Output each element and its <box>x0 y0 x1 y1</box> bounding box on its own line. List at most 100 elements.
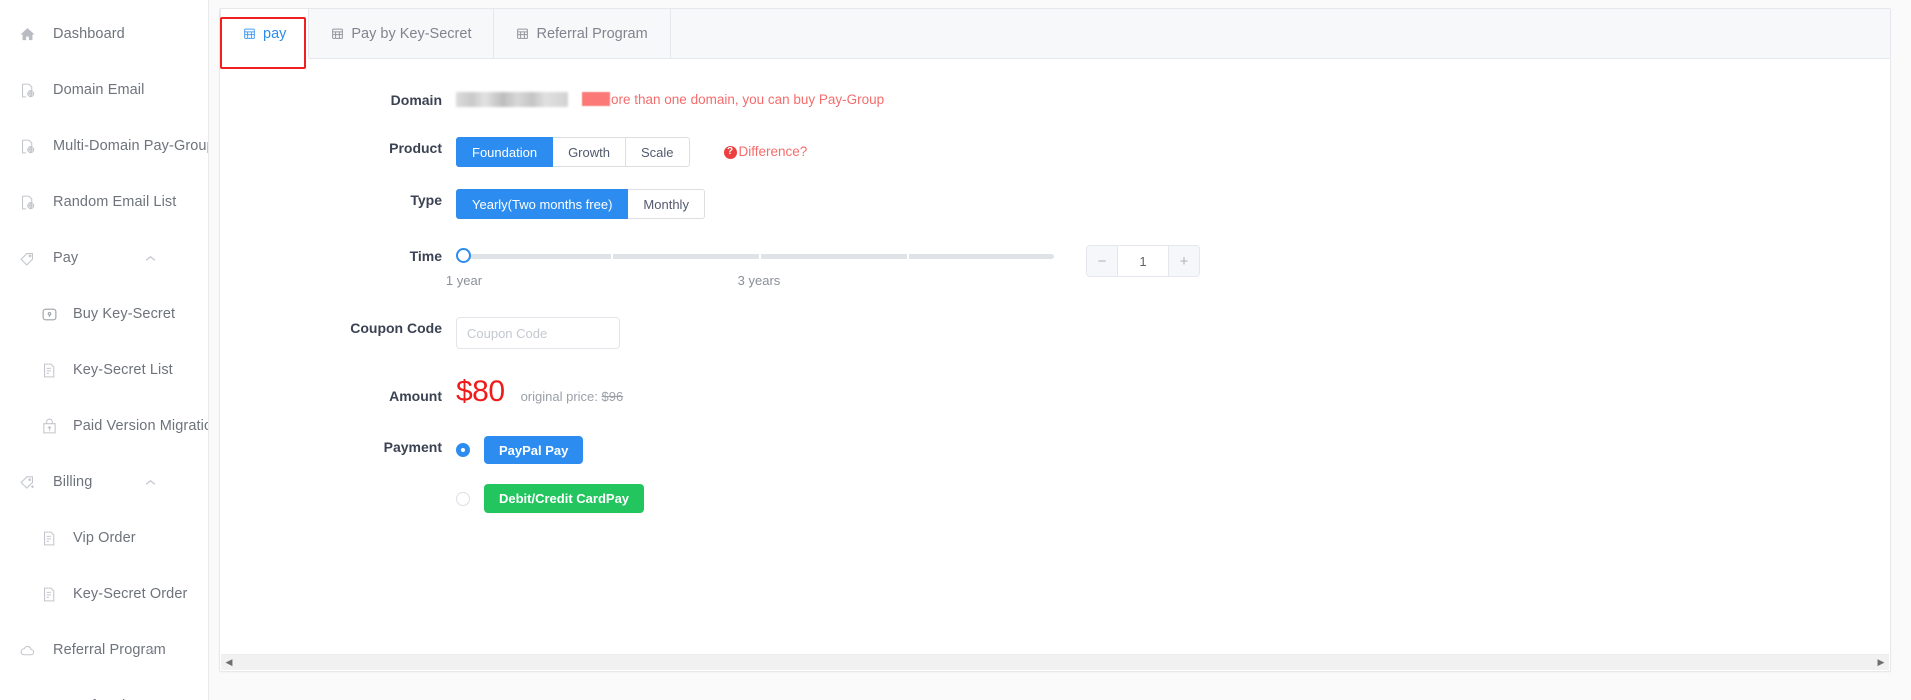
upload-bag-icon <box>40 417 59 436</box>
form-row-time: Time 1 year 3 years − 1 + <box>220 245 1890 297</box>
sidebar: Dashboard Domain Email Multi-Domain Pay-… <box>0 0 209 700</box>
stepper-value[interactable]: 1 <box>1118 246 1168 276</box>
main-content: pay Pay by Key-Secret Referral Program D… <box>209 0 1911 700</box>
domain-hint-label: ore than one domain, you can buy Pay-Gro… <box>611 92 885 107</box>
sidebar-item-key-secret-order[interactable]: Key-Secret Order <box>0 566 208 622</box>
tab-referral-program[interactable]: Referral Program <box>494 9 671 58</box>
domain-globe-icon <box>18 137 37 156</box>
sidebar-item-referral-program[interactable]: Referral Program <box>0 678 208 700</box>
key-card-icon <box>40 305 59 324</box>
sidebar-item-paid-version-migration[interactable]: Paid Version Migration <box>0 398 208 454</box>
sidebar-item-domain-email[interactable]: Domain Email <box>0 62 208 118</box>
difference-link-label: Difference? <box>738 144 808 159</box>
sidebar-item-vip-order[interactable]: Vip Order <box>0 510 208 566</box>
domain-label: Domain <box>390 92 442 108</box>
slider-tick-3years: 3 years <box>737 273 781 288</box>
sidebar-item-label: Key-Secret List <box>73 362 173 378</box>
quantity-stepper[interactable]: − 1 + <box>1086 245 1200 277</box>
original-price-prefix: original price: <box>520 389 602 404</box>
sidebar-item-key-secret-list[interactable]: Key-Secret List <box>0 342 208 398</box>
sidebar-item-label: Buy Key-Secret <box>73 306 176 322</box>
radio-card[interactable] <box>456 491 470 506</box>
form-row-product: Product Foundation Growth Scale ? Differ… <box>220 137 1890 167</box>
slider-mark <box>907 253 909 260</box>
amount-label: Amount <box>389 388 442 404</box>
domain-value-redacted <box>456 92 568 107</box>
form-row-domain: Domain ore than one domain, you can buy … <box>220 89 1890 111</box>
sidebar-item-buy-key-secret[interactable]: Buy Key-Secret <box>0 286 208 342</box>
domain-globe-icon <box>18 193 37 212</box>
sidebar-item-dashboard[interactable]: Dashboard <box>0 6 208 62</box>
calendar-icon <box>243 27 256 40</box>
scroll-left-arrow-icon[interactable]: ◀ <box>223 657 235 669</box>
product-option-group: Foundation Growth Scale <box>456 137 690 167</box>
chevron-up-icon[interactable] <box>145 479 156 486</box>
coupon-label: Coupon Code <box>350 320 442 336</box>
debit-credit-card-pay-button[interactable]: Debit/Credit CardPay <box>484 484 645 513</box>
sidebar-item-label: Multi-Domain Pay-Group <box>53 138 209 154</box>
domain-globe-icon <box>18 81 37 100</box>
slider-tick-labels: 1 year 3 years <box>446 273 1054 297</box>
product-option-scale[interactable]: Scale <box>625 137 690 167</box>
difference-link[interactable]: ? Difference? <box>723 137 808 167</box>
sidebar-item-billing[interactable]: Billing <box>0 454 208 510</box>
payment-option-card[interactable]: Debit/Credit CardPay <box>456 484 645 513</box>
list-document-icon <box>40 529 59 548</box>
app-root: Dashboard Domain Email Multi-Domain Pay-… <box>0 0 1911 700</box>
sidebar-item-label: Dashboard <box>53 26 125 42</box>
payment-label: Payment <box>383 439 442 455</box>
home-icon <box>18 25 37 44</box>
calendar-icon <box>516 27 529 40</box>
stepper-increment-button[interactable]: + <box>1168 246 1199 276</box>
tab-pay-by-key-secret[interactable]: Pay by Key-Secret <box>309 9 495 58</box>
pay-card: pay Pay by Key-Secret Referral Program D… <box>219 8 1891 672</box>
horizontal-scrollbar[interactable]: ◀ ▶ <box>221 654 1889 670</box>
time-slider[interactable] <box>456 245 1054 267</box>
tab-label: Referral Program <box>536 25 648 42</box>
amount-price: $80 <box>456 375 505 408</box>
product-option-growth[interactable]: Growth <box>553 137 626 167</box>
cloud-icon <box>18 641 37 660</box>
radio-paypal[interactable] <box>456 443 470 457</box>
question-mark-icon: ? <box>723 145 737 159</box>
chevron-up-icon[interactable] <box>145 255 156 262</box>
type-option-monthly[interactable]: Monthly <box>628 189 705 219</box>
coupon-input[interactable] <box>456 317 620 349</box>
payment-option-paypal[interactable]: PayPal Pay <box>456 436 644 464</box>
slider-mark <box>611 253 613 260</box>
tag-icon <box>18 249 37 268</box>
sidebar-item-label: Vip Order <box>73 530 136 546</box>
stepper-decrement-button[interactable]: − <box>1087 246 1118 276</box>
form-row-type: Type Yearly(Two months free) Monthly <box>220 189 1890 219</box>
form-row-amount: Amount $80 original price: $96 <box>220 377 1890 412</box>
original-price: original price: $96 <box>521 382 624 412</box>
scroll-right-arrow-icon[interactable]: ▶ <box>1875 657 1887 669</box>
product-label: Product <box>389 140 442 156</box>
slider-tick-1year: 1 year <box>445 273 483 288</box>
sidebar-item-label: Paid Version Migration <box>73 418 209 434</box>
slider-handle[interactable] <box>456 248 471 263</box>
type-option-group: Yearly(Two months free) Monthly <box>456 189 705 219</box>
type-option-yearly[interactable]: Yearly(Two months free) <box>456 189 629 219</box>
sidebar-item-label: Billing <box>53 474 93 490</box>
sidebar-item-label: Pay <box>53 250 79 266</box>
sidebar-item-label: Key-Secret Order <box>73 586 188 602</box>
type-label: Type <box>410 192 442 208</box>
sidebar-item-referral-program-group[interactable]: Referral Program <box>0 622 208 678</box>
sidebar-item-label: Domain Email <box>53 82 145 98</box>
domain-hint-text: ore than one domain, you can buy Pay-Gro… <box>582 89 884 110</box>
slider-mark <box>759 253 761 260</box>
cloud-person-icon <box>40 697 59 700</box>
sidebar-item-pay[interactable]: Pay <box>0 230 208 286</box>
sidebar-item-multi-domain-pay-group[interactable]: Multi-Domain Pay-Group <box>0 118 208 174</box>
chevron-up-icon[interactable] <box>145 647 156 654</box>
tag-plus-icon <box>18 473 37 492</box>
list-document-icon <box>40 585 59 604</box>
original-price-value: $96 <box>601 389 624 404</box>
sidebar-item-random-email-list[interactable]: Random Email List <box>0 174 208 230</box>
paypal-pay-button[interactable]: PayPal Pay <box>484 436 584 464</box>
tab-label: pay <box>263 25 287 42</box>
product-option-foundation[interactable]: Foundation <box>456 137 554 167</box>
calendar-icon <box>331 27 344 40</box>
tab-pay[interactable]: pay <box>220 9 310 59</box>
